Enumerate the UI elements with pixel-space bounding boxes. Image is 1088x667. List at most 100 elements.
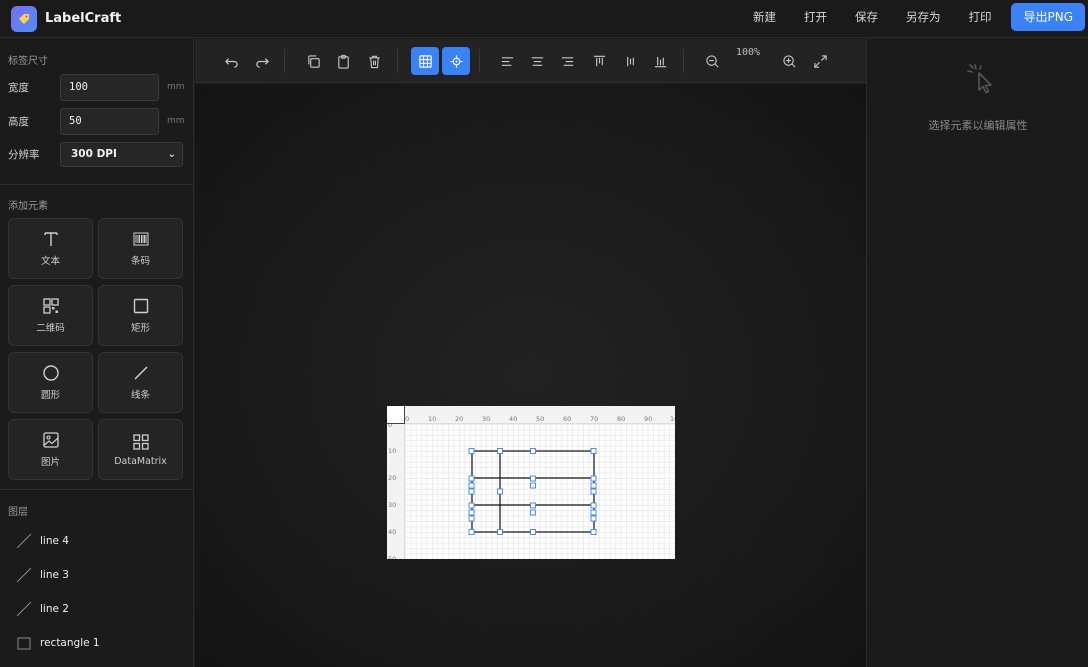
tool-label: 矩形: [130, 323, 150, 334]
zoom-in-icon: [782, 54, 796, 68]
tool-label: 线条: [130, 390, 150, 401]
add-barcode-button[interactable]: 条码: [98, 218, 183, 279]
canvas-toolbar: 100%: [195, 39, 866, 83]
zoom-out-icon: [705, 54, 719, 68]
resolution-select[interactable]: 300 DPI ⌄: [60, 141, 183, 167]
layer-item-line-2[interactable]: line 2: [0, 594, 194, 624]
align-middle-icon: [626, 56, 634, 66]
add-text-button[interactable]: 文本: [8, 218, 93, 279]
toolbar-separator: [284, 49, 285, 73]
delete-button[interactable]: [360, 47, 388, 75]
export-png-button[interactable]: 导出PNG: [1011, 3, 1085, 31]
app-title: LabelCraft: [45, 11, 122, 26]
crosshair-icon: [449, 54, 463, 68]
tag-icon: [19, 13, 29, 24]
undo-button[interactable]: [217, 47, 245, 75]
height-unit: mm: [167, 116, 185, 126]
align-left-button[interactable]: [493, 47, 521, 75]
width-input[interactable]: 100: [60, 73, 159, 101]
barcode-icon: [133, 232, 148, 246]
layer-label: line 2: [40, 603, 69, 615]
top-bar: LabelCraft 新建 打开 保存 另存为 打印 导出PNG: [0, 0, 1088, 38]
height-row: 高度 50 mm: [0, 107, 194, 135]
paste-button[interactable]: [329, 47, 357, 75]
align-left-icon: [501, 56, 513, 66]
label-elements: [468, 448, 597, 535]
align-bottom-icon: [654, 56, 666, 67]
height-input[interactable]: 50: [60, 107, 159, 135]
grid-toggle-button[interactable]: [411, 47, 439, 75]
layer-label: rectangle 1: [40, 637, 100, 649]
redo-button[interactable]: [248, 47, 276, 75]
tool-label: 二维码: [36, 323, 65, 334]
app-logo: [11, 5, 37, 32]
layer-label: line 3: [40, 569, 69, 581]
line-icon: [16, 601, 32, 617]
resolution-label: 分辨率: [8, 148, 40, 161]
rectangle-1[interactable]: [471, 450, 595, 533]
clipboard-icon: [337, 54, 349, 69]
add-qrcode-button[interactable]: 二维码: [8, 285, 93, 346]
tool-label: 条码: [130, 256, 150, 267]
divider: [0, 184, 194, 185]
resolution-value: 300 DPI: [71, 147, 117, 160]
layer-item-line-3[interactable]: line 3: [0, 560, 194, 590]
save-as-button[interactable]: 另存为: [892, 3, 955, 31]
zoom-in-button[interactable]: [775, 47, 803, 75]
fit-screen-button[interactable]: [806, 47, 834, 75]
datamatrix-icon: [132, 433, 149, 450]
element-tools: 文本 条码 二维码 矩形 圆形 线条 图片 DataMatrix: [8, 218, 184, 480]
width-unit: mm: [167, 82, 185, 92]
zoom-out-button[interactable]: [698, 47, 726, 75]
line-icon: [16, 567, 32, 583]
undo-icon: [224, 57, 238, 68]
rectangle-icon: [133, 298, 148, 314]
align-middle-button[interactable]: [616, 47, 644, 75]
tool-label: 圆形: [40, 390, 60, 401]
add-line-button[interactable]: 线条: [98, 352, 183, 413]
print-button[interactable]: 打印: [954, 3, 1005, 31]
open-button[interactable]: 打开: [790, 3, 841, 31]
left-panel: 标签尺寸 宽度 100 mm 高度 50 mm 分辨率 300 DPI ⌄ 添加…: [0, 39, 194, 667]
expand-icon: [813, 54, 827, 68]
line-icon: [16, 533, 32, 549]
selection-handles[interactable]: [468, 448, 597, 535]
align-bottom-button[interactable]: [646, 47, 674, 75]
toolbar-separator: [683, 49, 684, 73]
add-circle-button[interactable]: 圆形: [8, 352, 93, 413]
image-icon: [42, 432, 59, 448]
chevron-down-icon: ⌄: [167, 148, 176, 160]
grid-icon: [418, 54, 432, 68]
rectangle-icon: [17, 637, 31, 650]
save-button[interactable]: 保存: [841, 3, 892, 31]
toolbar-separator: [479, 49, 480, 73]
align-right-button[interactable]: [553, 47, 581, 75]
toolbar-separator: [397, 49, 398, 73]
layer-item-line-4[interactable]: line 4: [0, 526, 194, 556]
copy-icon: [307, 54, 320, 68]
line-icon: [134, 366, 147, 380]
snap-toggle-button[interactable]: [442, 47, 470, 75]
trash-icon: [368, 55, 380, 68]
new-button[interactable]: 新建: [739, 3, 790, 31]
copy-button[interactable]: [299, 47, 327, 75]
circle-icon: [42, 365, 59, 381]
add-rectangle-button[interactable]: 矩形: [98, 285, 183, 346]
properties-panel: 选择元素以编辑属性: [866, 39, 1088, 667]
cursor-click-icon: [967, 64, 992, 94]
canvas-workspace[interactable]: [195, 84, 866, 667]
divider: [0, 489, 194, 490]
top-actions: 新建 打开 保存 另存为 打印 导出PNG: [739, 3, 1085, 31]
add-datamatrix-button[interactable]: DataMatrix: [98, 419, 183, 480]
layer-item-rectangle-1[interactable]: rectangle 1: [0, 628, 194, 658]
align-center-button[interactable]: [523, 47, 551, 75]
tool-label: 图片: [40, 457, 60, 468]
resolution-row: 分辨率 300 DPI ⌄: [0, 140, 194, 168]
redo-icon: [255, 57, 269, 68]
add-image-button[interactable]: 图片: [8, 419, 93, 480]
label-canvas[interactable]: 0 10 20 30 40 50 60 70 80 90 10 0 10 20 …: [387, 406, 675, 559]
zoom-level: 100%: [736, 47, 761, 58]
align-top-button[interactable]: [585, 47, 613, 75]
width-label: 宽度: [8, 81, 29, 94]
layers-title: 图层: [8, 507, 28, 518]
